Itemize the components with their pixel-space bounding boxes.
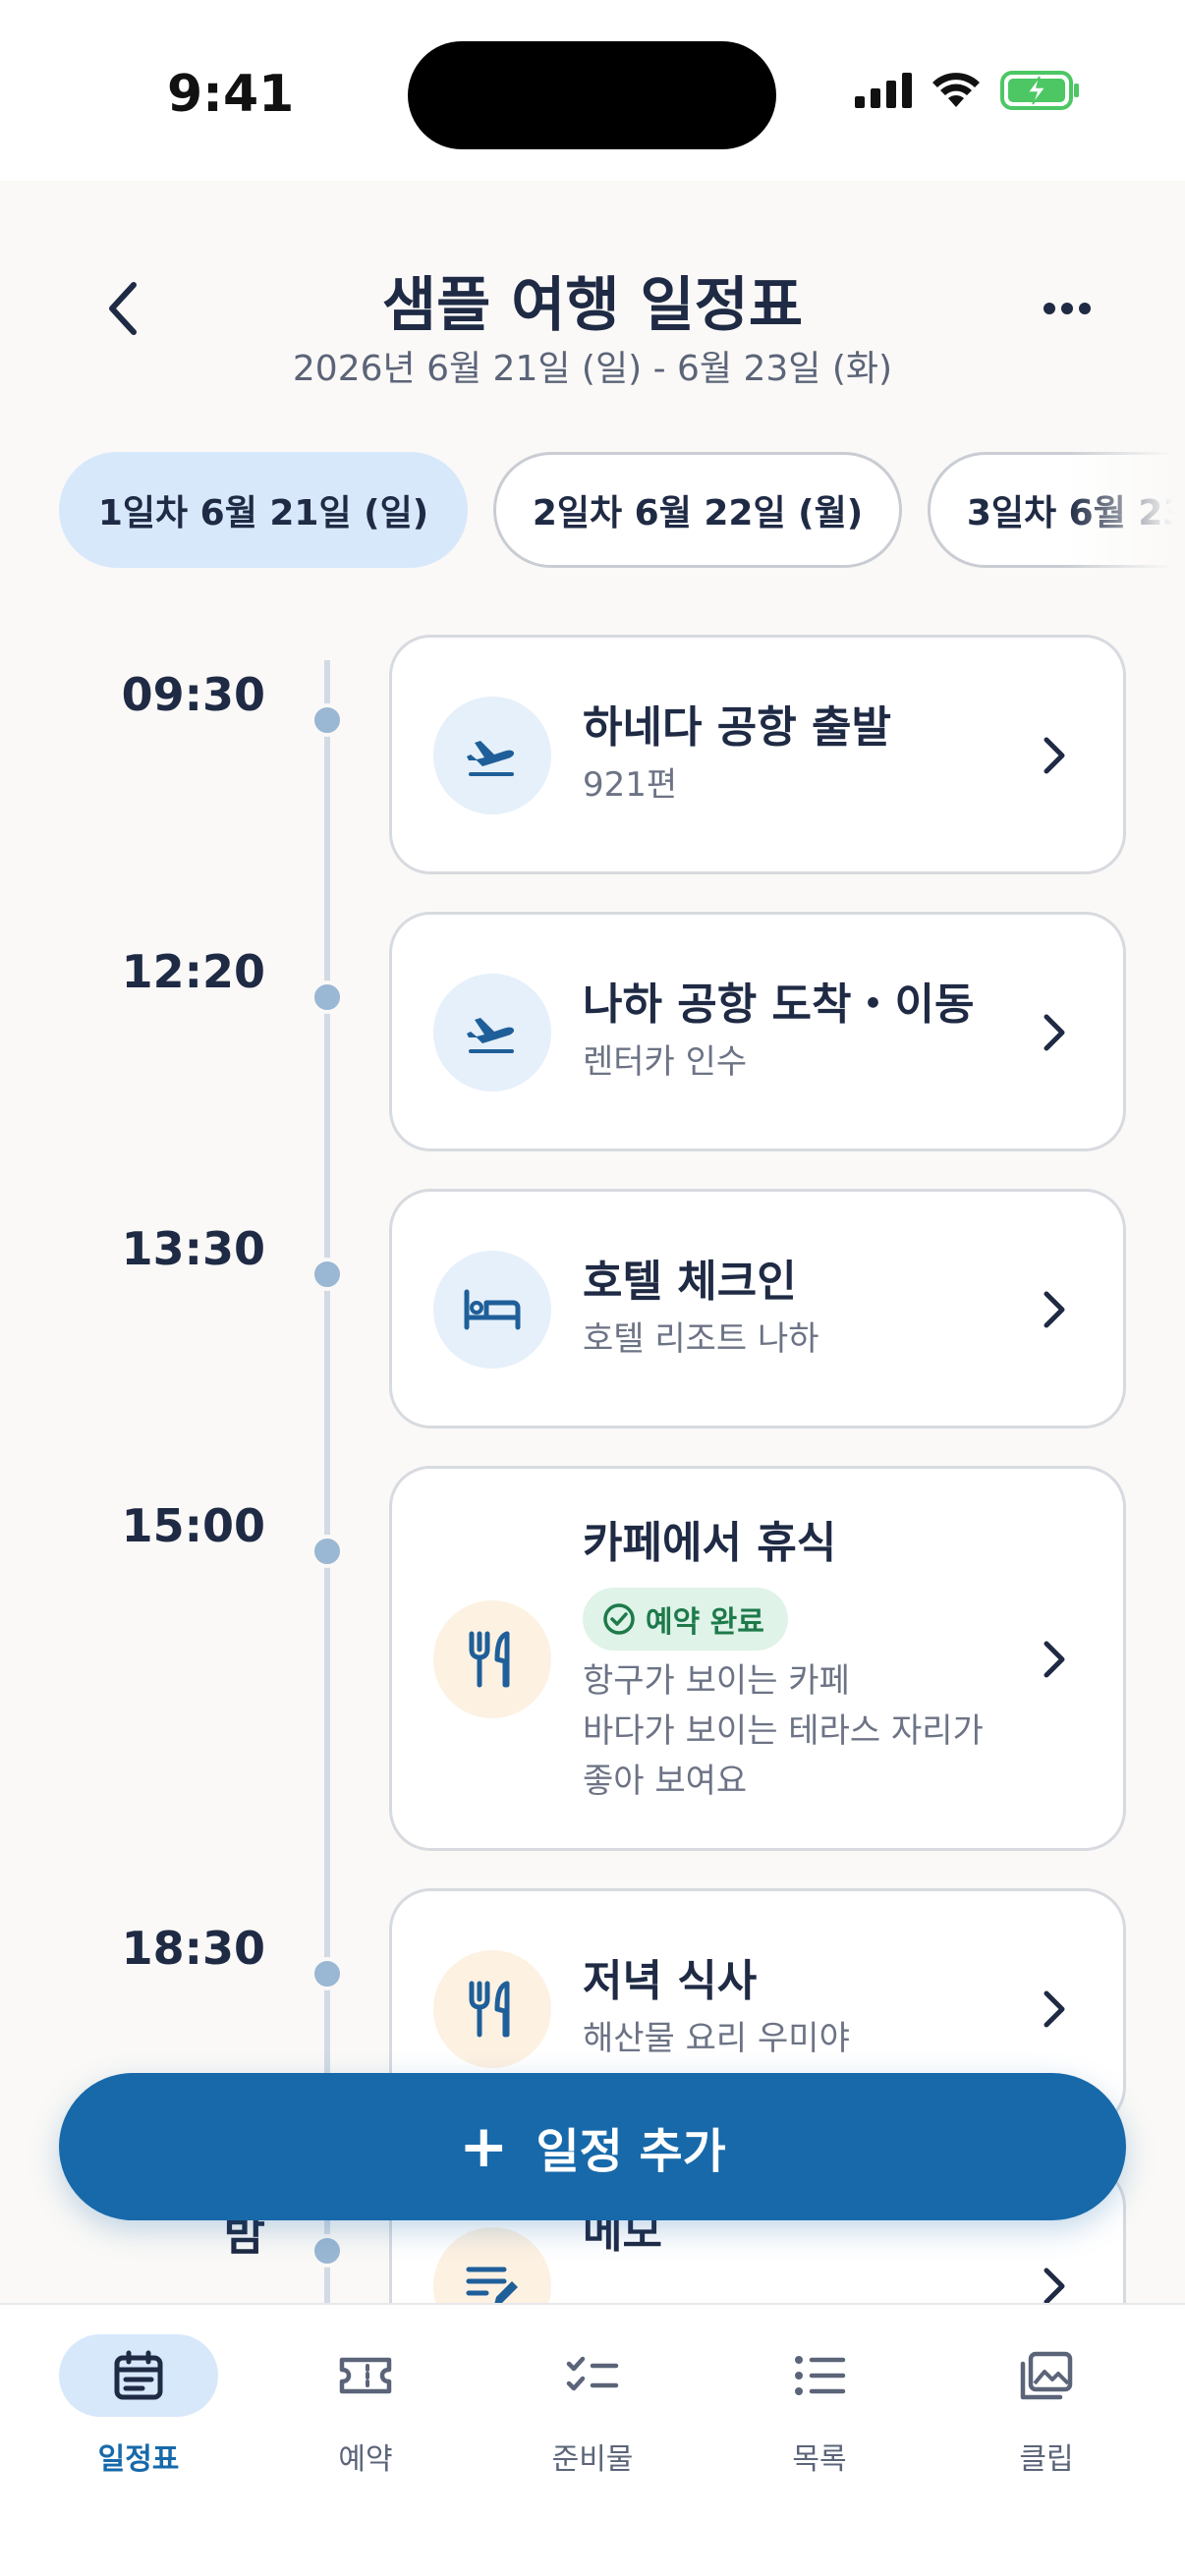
status-time: 9:41 [167, 65, 295, 124]
card-title: 하네다 공항 출발 [583, 702, 891, 753]
battery-icon [1000, 71, 1079, 110]
nav-label: 목록 [792, 2442, 847, 2477]
timeline-dot [310, 2234, 344, 2268]
card-title: 저녁 식사 [583, 1956, 758, 2006]
card-subtitle: 호텔 리조트 나하 [583, 1318, 819, 1359]
chevron-right-icon [1035, 726, 1074, 785]
timeline-dot [310, 1957, 344, 1990]
schedule-card[interactable]: 하네다 공항 출발 921편 [389, 635, 1126, 874]
status-icons [855, 71, 1081, 110]
bottom-nav: 일정표 예약 준비물 목록 클립 [0, 2303, 1185, 2576]
tab-label: 1일차 6월 21일 (일) [97, 493, 429, 533]
wifi-icon [932, 73, 980, 107]
schedule-card[interactable]: 카페에서 휴식 예약 완료 항구가 보이는 카페 바다가 보이는 테라스 자리가… [389, 1466, 1126, 1851]
nav-item-schedule[interactable]: 일정표 [26, 2334, 252, 2478]
timeline-line [324, 660, 330, 2311]
tab-day-3[interactable]: 3일차 6월 23일 (화) [928, 452, 1185, 568]
tab-day-2[interactable]: 2일차 6월 22일 (월) [493, 452, 902, 568]
chevron-right-icon [1035, 1280, 1074, 1339]
card-subtitle: 921편 [583, 764, 678, 805]
tab-day-1[interactable]: 1일차 6월 21일 (일) [59, 452, 468, 568]
chevron-right-icon [1035, 1980, 1074, 2039]
list-icon [795, 2356, 846, 2395]
calendar-icon [114, 2350, 163, 2400]
page-title: 샘플 여행 일정표 [381, 271, 804, 340]
add-schedule-button[interactable]: + 일정 추가 [59, 2073, 1126, 2220]
nav-label: 클립 [1019, 2442, 1074, 2477]
tab-label: 3일차 6월 23일 (화) [966, 493, 1185, 533]
card-title: 나하 공항 도착・이동 [583, 980, 975, 1030]
gallery-icon [1020, 2351, 1073, 2400]
card-note-line: 항구가 보이는 카페 [583, 1660, 850, 1701]
more-button[interactable] [1018, 279, 1116, 338]
schedule-card[interactable]: 나하 공항 도착・이동 렌터카 인수 [389, 912, 1126, 1151]
nav-item-clip[interactable]: 클립 [933, 2334, 1159, 2478]
fork-knife-icon [433, 1600, 551, 1718]
more-dots-icon [1044, 303, 1091, 314]
time-label: 12:20 [121, 945, 265, 998]
time-label: 18:30 [121, 1922, 265, 1975]
checklist-icon [566, 2356, 619, 2391]
time-label: 09:30 [121, 668, 265, 721]
check-circle-icon [603, 1603, 635, 1635]
time-label: 13:30 [121, 1222, 265, 1275]
status-bar: 9:41 [0, 0, 1185, 181]
dynamic-island [408, 41, 776, 149]
nav-label: 일정표 [97, 2442, 180, 2477]
nav-item-list[interactable]: 목록 [706, 2334, 932, 2478]
ticket-icon [339, 2357, 392, 2394]
chevron-right-icon [1035, 1630, 1074, 1689]
card-title: 카페에서 휴식 [583, 1518, 837, 1568]
trip-dates: 2026년 6월 21일 (일) - 6월 23일 (화) [292, 349, 893, 389]
time-label: 15:00 [121, 1499, 265, 1552]
schedule-card[interactable]: 호텔 체크인 호텔 리조트 나하 [389, 1189, 1126, 1428]
card-subtitle: 해산물 요리 우미야 [583, 2018, 850, 2058]
card-note-line: 바다가 보이는 테라스 자리가 [583, 1710, 984, 1751]
airplane-icon [433, 697, 551, 814]
tab-label: 2일차 6월 22일 (월) [532, 493, 864, 533]
add-schedule-label: 일정 추가 [536, 2124, 726, 2179]
timeline-dot [310, 703, 344, 737]
timeline-dot [310, 1535, 344, 1568]
card-note-line: 좋아 보여요 [583, 1761, 748, 1801]
card-subtitle: 렌터카 인수 [583, 1041, 748, 1082]
timeline-dot [310, 980, 344, 1014]
nav-item-reservation[interactable]: 예약 [253, 2334, 479, 2478]
plus-icon: + [459, 2112, 509, 2181]
card-title: 호텔 체크인 [583, 1257, 797, 1307]
day-tabs: 1일차 6월 21일 (일) 2일차 6월 22일 (월) 3일차 6월 23일… [59, 452, 1185, 570]
reservation-badge: 예약 완료 [583, 1587, 788, 1651]
header: 샘플 여행 일정표 2026년 6월 21일 (일) - 6월 23일 (화) [0, 181, 1185, 436]
nav-label: 준비물 [551, 2442, 634, 2477]
timeline-dot [310, 1258, 344, 1291]
chevron-right-icon [1035, 1003, 1074, 1062]
nav-label: 예약 [338, 2442, 393, 2477]
bed-icon [433, 1251, 551, 1369]
nav-item-packing[interactable]: 준비물 [480, 2334, 705, 2478]
fork-knife-icon [433, 1950, 551, 2068]
airplane-icon [433, 974, 551, 1092]
signal-icon [855, 73, 912, 108]
badge-label: 예약 완료 [646, 1604, 764, 1640]
